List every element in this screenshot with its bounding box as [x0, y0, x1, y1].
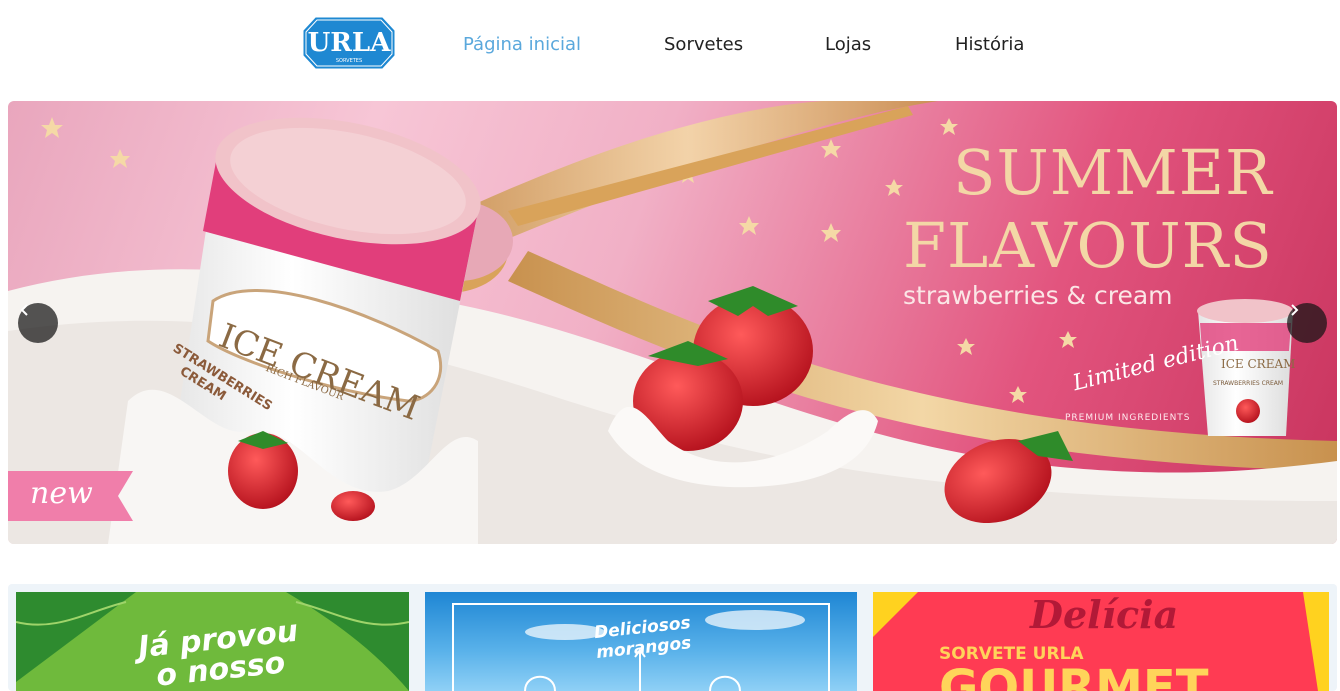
logo-text: URLA — [308, 28, 392, 58]
logo-subtext: SORVETES — [336, 58, 362, 64]
chevron-right-icon — [1291, 304, 1299, 316]
premium-ingredients-label: PREMIUM INGREDIENTS — [1065, 413, 1191, 423]
promo-3-title: Delícia — [1030, 592, 1179, 637]
hero-title-line2: FLAVOURS — [903, 209, 1273, 282]
top-navigation: URLA SORVETES Página inicial Sorvetes Lo… — [0, 0, 1340, 92]
hero-title-line1: SUMMER — [953, 136, 1273, 209]
mini-cup-flavour-label: STRAWBERRIES CREAM — [1213, 380, 1284, 387]
carousel-prev-button[interactable] — [18, 303, 58, 343]
mini-cup-brand-label: ICE CREAM — [1221, 357, 1296, 371]
promo-card-1[interactable]: Já provou o nosso — [16, 592, 409, 691]
nav-home[interactable]: Página inicial — [463, 34, 581, 55]
promo-card-2[interactable]: Deliciosos morangos — [425, 592, 857, 691]
carousel-next-button[interactable] — [1287, 303, 1327, 343]
hero-carousel[interactable]: SUMMER FLAVOURS strawberries & cream Lim… — [8, 101, 1337, 544]
nav-lojas[interactable]: Lojas — [825, 34, 871, 55]
promo-card-3[interactable]: Delícia SORVETE URLA GOURMET — [873, 592, 1329, 691]
nav-sorvetes[interactable]: Sorvetes — [664, 34, 743, 55]
nav-historia[interactable]: História — [955, 34, 1024, 55]
new-badge: new — [30, 476, 93, 511]
promo-3-big-text: GOURMET — [939, 660, 1209, 691]
hero-subtitle: strawberries & cream — [903, 281, 1173, 310]
chevron-left-icon — [20, 304, 28, 316]
urla-logo[interactable]: URLA SORVETES — [300, 14, 398, 72]
